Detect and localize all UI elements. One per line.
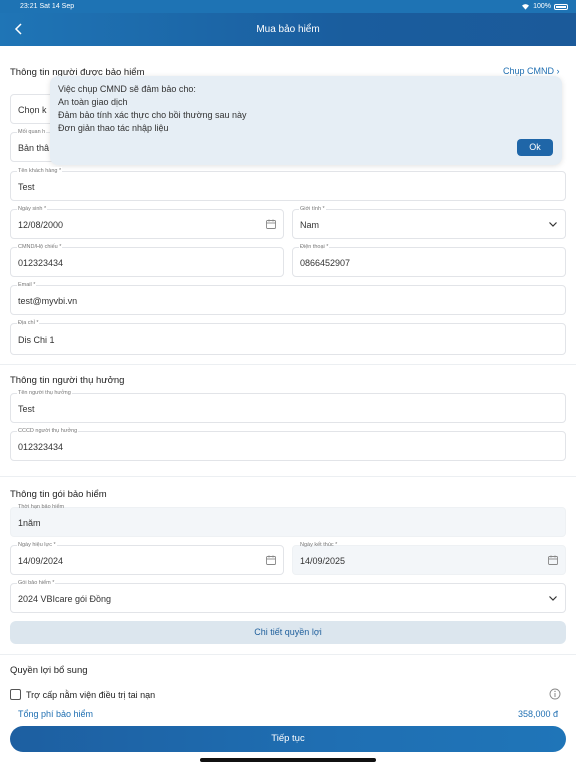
customer-name-label: Tên khách hàng * [17,167,63,175]
tooltip-line-4: Đơn giản thao tác nhập liệu [58,123,169,133]
relation-label: Mối quan h [17,128,47,136]
id-number-value: 012323434 [18,258,64,268]
calendar-icon [548,555,558,565]
tooltip-line-1: Việc chụp CMND sẽ đảm bảo cho: [58,84,196,94]
start-date-field[interactable]: Ngày hiệu lực * 14/09/2024 [10,541,284,575]
package-label: Gói bảo hiểm * [17,579,56,587]
accident-hospital-label: Trợ cấp nằm viện điều trị tai nạn [26,690,156,700]
additional-section-title: Quyền lợi bổ sung [10,665,88,676]
dob-value: 12/08/2000 [18,220,64,230]
section-divider [0,364,576,365]
term-label: Thời hạn bảo hiểm [18,504,65,510]
benefit-details-button[interactable]: Chi tiết quyền lợi [10,621,566,644]
start-date-value: 14/09/2024 [18,556,64,566]
select-customer-value: Chọn k [18,105,47,115]
chevron-down-icon[interactable] [547,218,559,230]
address-value: Dis Chi 1 [18,335,55,345]
tooltip-ok-button[interactable]: Ok [517,139,553,156]
address-label: Địa chỉ * [17,319,40,327]
scan-id-link[interactable]: Chụp CMND › [503,66,560,76]
beneficiary-id-value: 012323434 [18,442,64,452]
package-select-field[interactable]: Gói bảo hiểm * 2024 VBIcare gói Đồng [10,579,566,613]
gender-value: Nam [300,220,320,230]
email-label: Email * [17,281,37,289]
customer-name-field[interactable]: Tên khách hàng * Test [10,167,566,201]
continue-button[interactable]: Tiếp tục [10,726,566,752]
dob-label: Ngày sinh * [17,205,48,213]
end-date-field: Ngày kết thúc * 14/09/2025 [292,542,566,575]
beneficiary-id-label: CCCD người thụ hưởng [17,427,79,435]
dob-field[interactable]: Ngày sinh * 12/08/2000 [10,205,284,239]
app-header: Mua bảo hiểm [0,13,576,46]
term-value: 1năm [18,518,41,528]
battery-icon [554,3,568,10]
status-time: 23:21 Sat 14 Sep [20,3,75,10]
total-fee-label: Tổng phí bảo hiểm [18,709,94,719]
home-indicator [200,758,376,762]
beneficiary-id-field[interactable]: CCCD người thụ hưởng 012323434 [10,427,566,461]
chevron-down-icon[interactable] [547,592,559,604]
end-date-label: Ngày kết thúc * [300,542,338,548]
phone-field[interactable]: Điện thoại * 0866452907 [292,243,566,277]
package-value: 2024 VBIcare gói Đồng [18,594,112,604]
relation-value: Bản thâ [18,143,50,153]
end-date-value: 14/09/2025 [300,556,346,566]
beneficiary-name-value: Test [18,404,35,414]
term-field: Thời hạn bảo hiểm 1năm [10,504,566,537]
chevron-right-icon: › [556,66,560,76]
gender-label: Giới tính * [299,205,326,213]
id-number-label: CMND/Hộ chiếu * [17,243,63,251]
beneficiary-name-field[interactable]: Tên người thụ hưởng Test [10,389,566,423]
gender-field[interactable]: Giới tính * Nam [292,205,566,239]
beneficiary-name-label: Tên người thụ hưởng [17,389,72,397]
status-bar: 23:21 Sat 14 Sep 100% [0,0,576,13]
scan-id-tooltip: Việc chụp CMND sẽ đảm bảo cho: An toàn g… [50,76,562,165]
beneficiary-section-title: Thông tin người thụ hưởng [10,375,125,386]
status-right: 100% [521,3,568,10]
total-fee-value: 358,000 đ [517,709,558,719]
section-divider [0,476,576,477]
package-section-title: Thông tin gói bảo hiểm [10,489,107,500]
id-number-field[interactable]: CMND/Hộ chiếu * 012323434 [10,243,284,277]
wifi-icon [522,4,530,10]
phone-label: Điện thoại * [299,243,330,251]
phone-value: 0866452907 [300,258,351,268]
tooltip-line-3: Đảm bảo tính xác thực cho bồi thường sau… [58,110,247,120]
calendar-icon[interactable] [265,554,277,566]
page-title: Mua bảo hiểm [256,24,320,35]
fee-bar: Tổng phí bảo hiểm 358,000 đ [0,704,576,724]
start-date-label: Ngày hiệu lực * [17,541,57,549]
battery-percent: 100% [533,3,551,10]
email-value: test@myvbi.vn [18,296,78,306]
email-field[interactable]: Email * test@myvbi.vn [10,281,566,315]
customer-name-value: Test [18,182,35,192]
tooltip-line-2: An toàn giao dịch [58,97,128,107]
section-divider [0,654,576,655]
info-icon[interactable] [549,688,561,700]
calendar-icon[interactable] [265,218,277,230]
accident-hospital-checkbox[interactable] [10,689,21,700]
address-field[interactable]: Địa chỉ * Dis Chi 1 [10,319,566,355]
